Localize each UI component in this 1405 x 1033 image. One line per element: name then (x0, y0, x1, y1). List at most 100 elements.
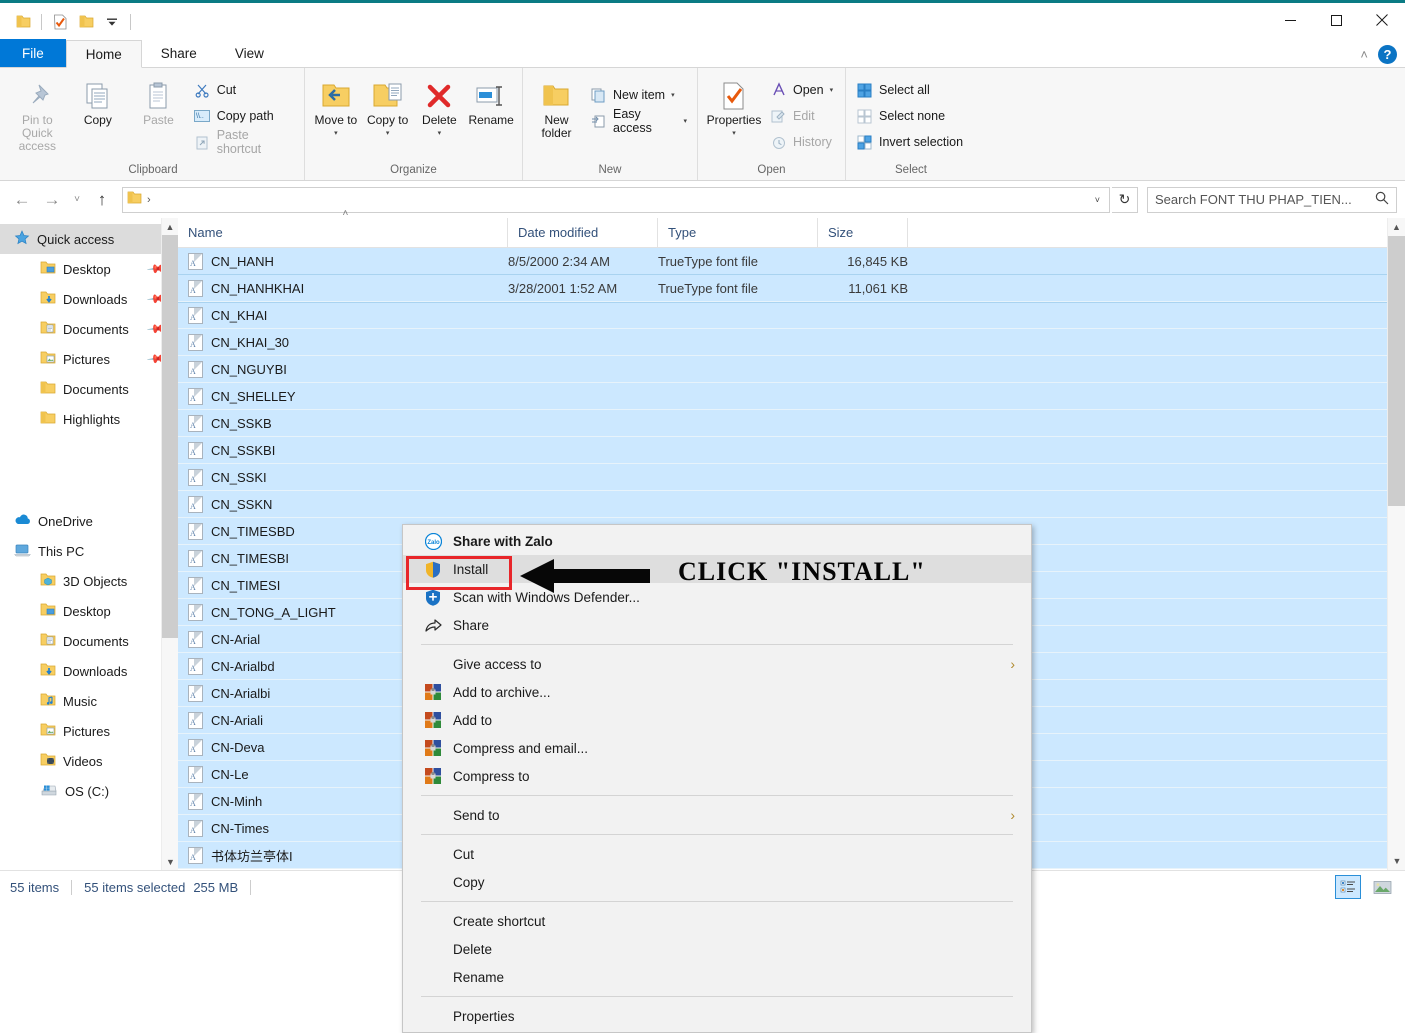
new-item-caret-icon[interactable]: ▾ (671, 91, 675, 99)
scroll-thumb[interactable] (162, 235, 178, 638)
sidebar-item-this-pc[interactable]: This PC (0, 536, 178, 566)
table-row[interactable]: A CN_SSKBI (178, 437, 1405, 464)
delete-button[interactable]: Delete ▾ (414, 72, 466, 140)
back-button[interactable]: ← (8, 187, 36, 213)
copy-to-caret-icon[interactable]: ▾ (386, 127, 390, 140)
sidebar-item-desktop[interactable]: Desktop 📌 (0, 254, 178, 284)
open-button[interactable]: Open ▾ (765, 77, 838, 103)
submenu-chevron-icon[interactable]: › (1010, 656, 1015, 672)
breadcrumb[interactable]: › ˅ (122, 186, 1110, 213)
properties-button[interactable]: Properties ▾ (703, 72, 765, 140)
table-row[interactable]: A CN_SSKB (178, 410, 1405, 437)
sidebar-item-pictures-pc[interactable]: Pictures (0, 716, 178, 746)
scroll-down-icon[interactable]: ▼ (162, 853, 178, 870)
menu-item-create-shortcut[interactable]: Create shortcut (403, 907, 1031, 935)
menu-item-send-to[interactable]: Send to › (403, 801, 1031, 829)
column-header-date-modified[interactable]: Date modified (508, 217, 658, 248)
search-icon[interactable] (1375, 191, 1389, 208)
scroll-thumb[interactable] (1388, 236, 1405, 506)
paste-shortcut-button[interactable]: Paste shortcut (189, 128, 299, 156)
sidebar-item-documents-2[interactable]: Documents (0, 374, 178, 404)
search-input[interactable]: Search FONT THU PHAP_TIEN... (1147, 186, 1397, 213)
table-row[interactable]: A CN_SHELLEY (178, 383, 1405, 410)
sidebar-item-downloads-pc[interactable]: Downloads (0, 656, 178, 686)
tab-share[interactable]: Share (142, 39, 216, 67)
context-menu[interactable]: Zalo Share with Zalo Install Scan with Wind… (402, 524, 1032, 1033)
tab-view[interactable]: View (216, 39, 283, 67)
sidebar-item-music[interactable]: Music (0, 686, 178, 716)
menu-item-properties[interactable]: Properties (403, 1002, 1031, 1030)
help-icon[interactable]: ? (1378, 45, 1397, 64)
table-row[interactable]: A CN_HANH 8/5/2000 2:34 AM TrueType font fi… (178, 248, 1405, 275)
table-row[interactable]: A CN_NGUYBI (178, 356, 1405, 383)
menu-item-delete[interactable]: Delete (403, 935, 1031, 963)
scroll-up-icon[interactable]: ▲ (1388, 218, 1405, 236)
rename-button[interactable]: Rename (465, 72, 517, 127)
menu-item-cut[interactable]: Cut (403, 840, 1031, 868)
history-button[interactable]: History (765, 129, 838, 155)
move-to-button[interactable]: Move to ▾ (310, 72, 362, 140)
column-header-size[interactable]: Size (818, 217, 908, 248)
address-dropdown-icon[interactable]: ˅ (1095, 195, 1105, 205)
details-view-button[interactable] (1335, 875, 1361, 899)
column-header-type[interactable]: Type (658, 217, 818, 248)
edit-button[interactable]: Edit (765, 103, 838, 129)
menu-item-compress-to[interactable]: Compress to (403, 762, 1031, 790)
properties-caret-icon[interactable]: ▾ (732, 127, 736, 140)
collapse-ribbon-icon[interactable]: ˄ (1360, 47, 1368, 62)
sidebar-item-documents-pc[interactable]: Documents (0, 626, 178, 656)
open-caret-icon[interactable]: ▾ (830, 86, 834, 94)
customize-caret-icon[interactable] (99, 9, 125, 35)
menu-item-give-access-to[interactable]: Give access to › (403, 650, 1031, 678)
paste-button[interactable]: Paste (128, 72, 189, 127)
sidebar-item-documents[interactable]: Documents 📌 (0, 314, 178, 344)
column-header-name[interactable]: ˄ Name (178, 208, 508, 248)
menu-item-rename[interactable]: Rename (403, 963, 1031, 991)
table-row[interactable]: A CN_KHAI_30 (178, 329, 1405, 356)
sidebar-item-desktop-pc[interactable]: Desktop (0, 596, 178, 626)
table-row[interactable]: A CN_SSKI (178, 464, 1405, 491)
file-list-scrollbar[interactable]: ▲ ▼ (1387, 218, 1405, 870)
tab-home[interactable]: Home (65, 40, 142, 68)
copy-to-button[interactable]: Copy to ▾ (362, 72, 414, 140)
sidebar-item-pictures[interactable]: Pictures 📌 (0, 344, 178, 374)
invert-selection-button[interactable]: Invert selection (851, 129, 968, 155)
recent-locations-button[interactable]: ˅ (68, 187, 86, 213)
cut-button[interactable]: Cut (189, 77, 299, 103)
sidebar-item-downloads[interactable]: Downloads 📌 (0, 284, 178, 314)
menu-item-add-to[interactable]: Add to (403, 706, 1031, 734)
table-row[interactable]: A CN_KHAI (178, 302, 1405, 329)
delete-caret-icon[interactable]: ▾ (438, 127, 442, 140)
menu-item-share-with-zalo[interactable]: Zalo Share with Zalo (403, 527, 1031, 555)
navigation-scrollbar[interactable]: ▲ ▼ (161, 218, 178, 870)
menu-item-copy[interactable]: Copy (403, 868, 1031, 896)
copy-button[interactable]: Copy (68, 72, 129, 127)
easy-access-caret-icon[interactable]: ▾ (683, 117, 687, 125)
easy-access-button[interactable]: Easy access ▾ (585, 107, 692, 135)
maximize-button[interactable] (1313, 3, 1359, 37)
table-row[interactable]: A CN_HANHKHAI 3/28/2001 1:52 AM TrueType fo… (178, 274, 1405, 303)
sidebar-item-onedrive[interactable]: OneDrive (0, 506, 178, 536)
up-button[interactable]: ↑ (88, 187, 116, 213)
menu-item-share[interactable]: Share (403, 611, 1031, 639)
forward-button[interactable]: → (38, 187, 66, 213)
submenu-chevron-icon[interactable]: › (1010, 807, 1015, 823)
tab-file[interactable]: File (0, 39, 66, 67)
large-icons-view-button[interactable] (1369, 875, 1395, 899)
menu-item-compress-and-email[interactable]: Compress and email... (403, 734, 1031, 762)
sidebar-item-3d-objects[interactable]: 3D Objects (0, 566, 178, 596)
scroll-down-icon[interactable]: ▼ (1388, 852, 1405, 870)
select-none-button[interactable]: Select none (851, 103, 968, 129)
menu-item-add-to-archive[interactable]: Add to archive... (403, 678, 1031, 706)
sidebar-item-os-c[interactable]: OS (C:) (0, 776, 178, 806)
folder-icon[interactable] (10, 9, 36, 35)
sidebar-item-highlights[interactable]: Highlights (0, 404, 178, 434)
sidebar-item-videos[interactable]: Videos (0, 746, 178, 776)
menu-item-scan-with-windows-defender[interactable]: Scan with Windows Defender... (403, 583, 1031, 611)
new-folder-icon[interactable] (73, 9, 99, 35)
sidebar-item-quick-access[interactable]: Quick access (0, 224, 178, 254)
refresh-button[interactable]: ↻ (1112, 186, 1138, 213)
move-to-caret-icon[interactable]: ▾ (334, 127, 338, 140)
close-button[interactable] (1359, 3, 1405, 37)
scroll-up-icon[interactable]: ▲ (162, 218, 178, 235)
